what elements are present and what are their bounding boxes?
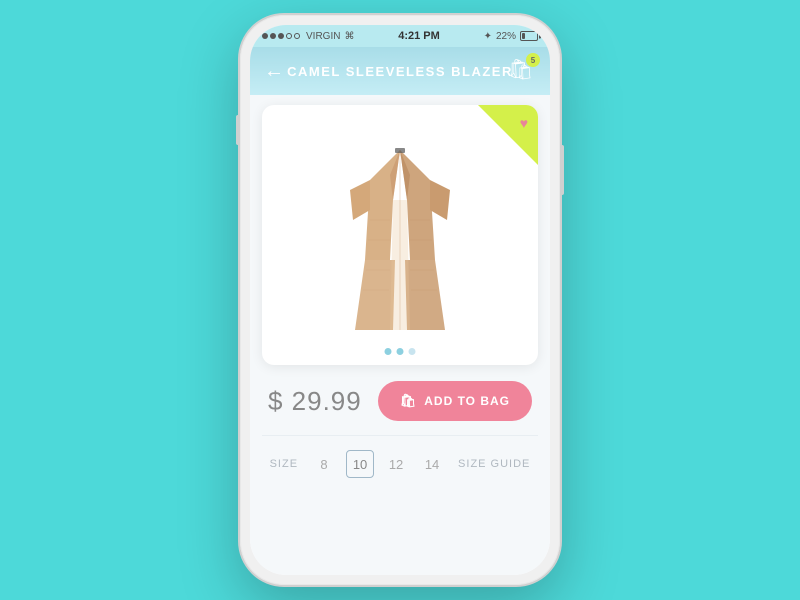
dot-2: [397, 348, 404, 355]
size-options: 8 10 12 14: [310, 450, 446, 478]
carrier-label: VIRGIN: [306, 31, 340, 42]
status-right: ✦ 22%: [484, 31, 538, 42]
size-row: SIZE 8 10 12 14 SIZE GUIDE: [262, 450, 538, 478]
image-dots: [385, 348, 416, 355]
signal-dots: [262, 33, 300, 39]
wifi-icon: ⌘: [344, 31, 354, 42]
add-to-bag-button[interactable]: 🛍 ADD TO BAG: [378, 381, 532, 421]
bag-button-icon: 🛍: [400, 393, 418, 409]
favorite-heart-icon[interactable]: ♥: [520, 115, 528, 131]
bluetooth-icon: ✦: [484, 31, 492, 42]
cart-badge: 5: [526, 53, 540, 67]
product-title: CAMEL SLEEVELESS BLAZER: [287, 64, 513, 79]
battery-fill: [522, 33, 525, 39]
divider: [262, 435, 538, 436]
size-guide-label[interactable]: SIZE GUIDE: [458, 458, 530, 470]
battery-icon: [520, 31, 538, 41]
dot-1: [385, 348, 392, 355]
size-option-14[interactable]: 14: [418, 450, 446, 478]
app-header: ← CAMEL SLEEVELESS BLAZER 🛍 5: [250, 47, 550, 95]
status-left: VIRGIN ⌘: [262, 31, 354, 42]
back-arrow-icon: ←: [264, 60, 284, 83]
signal-dot-1: [262, 33, 268, 39]
clock: 4:21 PM: [398, 30, 440, 42]
signal-dot-3: [278, 33, 284, 39]
battery-percent: 22%: [496, 31, 516, 42]
size-label: SIZE: [270, 458, 298, 470]
add-to-bag-label: ADD TO BAG: [424, 394, 510, 408]
dot-3: [409, 348, 416, 355]
product-image: [330, 125, 470, 345]
back-button[interactable]: ←: [264, 60, 284, 83]
size-option-8[interactable]: 8: [310, 450, 338, 478]
product-image-card: ♥: [262, 105, 538, 365]
signal-dot-4: [286, 33, 292, 39]
cart-button[interactable]: 🛍 5: [508, 57, 536, 85]
size-option-10[interactable]: 10: [346, 450, 374, 478]
cart-icon-wrap: 🛍 5: [508, 57, 536, 85]
favorite-corner: [478, 105, 538, 165]
blazer-svg: [335, 130, 465, 340]
phone-screen: VIRGIN ⌘ 4:21 PM ✦ 22% ← CAMEL SLEEVELES…: [250, 25, 550, 575]
size-option-12[interactable]: 12: [382, 450, 410, 478]
phone-frame: VIRGIN ⌘ 4:21 PM ✦ 22% ← CAMEL SLEEVELES…: [240, 15, 560, 585]
product-price: $ 29.99: [268, 386, 362, 417]
price-row: $ 29.99 🛍 ADD TO BAG: [262, 381, 538, 421]
signal-dot-2: [270, 33, 276, 39]
main-content: ♥: [250, 95, 550, 575]
signal-dot-5: [294, 33, 300, 39]
status-bar: VIRGIN ⌘ 4:21 PM ✦ 22%: [250, 25, 550, 47]
